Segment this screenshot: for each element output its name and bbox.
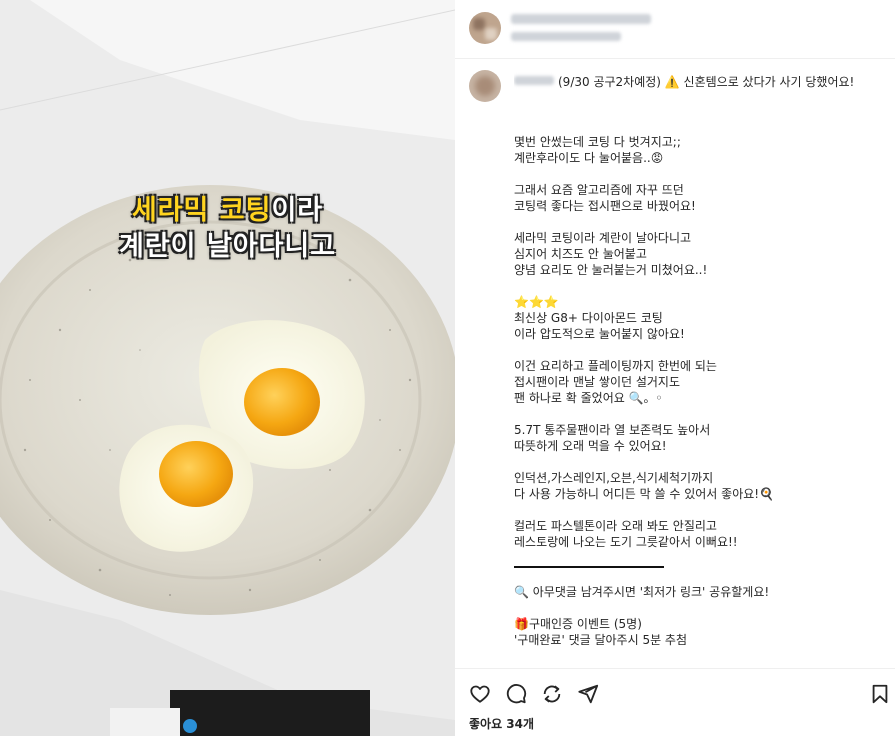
caption-paragraph: 인덕션,가스레인지,오븐,식기세척기까지 다 사용 가능하니 어디든 막 쓸 수… <box>514 471 775 501</box>
caption-paragraph: 5.7T 통주물팬이라 열 보존력도 높아서 따뜻하게 오래 먹을 수 있어요! <box>514 423 711 453</box>
post-actions-bar: 좋아요 34개 <box>455 668 895 737</box>
caption-first-line-text: (9/30 공구2차예정) ⚠️ 신혼템으로 샀다가 사기 당했어요! <box>558 75 855 89</box>
overlay-highlight-1: 세라믹 <box>131 195 210 226</box>
author-avatar[interactable] <box>469 12 501 44</box>
send-icon[interactable] <box>577 683 599 705</box>
caption-body: 몇번 안썼는데 코팅 다 벗겨지고;; 계란후라이도 다 눌어붙음..😡 그래서… <box>514 134 874 664</box>
caption-paragraph: 그래서 요즘 알고리즘에 자꾸 뜨던 코팅력 좋다는 접시팬으로 바꿨어요! <box>514 183 696 213</box>
post-media[interactable]: 세라믹 코팅이라 계란이 날아다니고 <box>0 0 455 736</box>
author-name-redacted[interactable] <box>511 14 651 24</box>
heart-icon[interactable] <box>469 683 491 705</box>
fried-eggs-photo <box>0 0 455 736</box>
post-detail-panel: (9/30 공구2차예정) ⚠️ 신혼템으로 샀다가 사기 당했어요! 몇번 안… <box>455 0 895 736</box>
caption-divider <box>514 566 664 568</box>
caption-paragraph: 컬러도 파스텔톤이라 오래 봐도 안질리고 레스토랑에 나오는 도기 그릇같아서… <box>514 519 738 549</box>
commenter-avatar[interactable] <box>469 70 501 102</box>
bookmark-icon[interactable] <box>869 683 891 705</box>
likes-count[interactable]: 좋아요 34개 <box>469 715 534 732</box>
post-header <box>455 0 895 59</box>
overlay-highlight-2: 코팅 <box>219 195 272 226</box>
comment-icon[interactable] <box>505 683 527 705</box>
overlay-text-line1: 세라믹 코팅이라 <box>0 188 455 227</box>
caption-paragraph: ⭐⭐⭐ 최신상 G8+ 다이아몬드 코팅 이라 압도적으로 눌어붙지 않아요! <box>514 295 685 341</box>
caption-paragraph: 몇번 안썼는데 코팅 다 벗겨지고;; 계란후라이도 다 눌어붙음..😡 <box>514 135 681 165</box>
author-subtitle-redacted <box>511 32 621 41</box>
caption-paragraph: 🔍 아무댓글 남겨주시면 '최저가 링크' 공유할게요! <box>514 585 770 599</box>
caption-paragraph: 🎁구매인증 이벤트 (5명) '구매완료' 댓글 달아주시 5분 추첨 <box>514 617 688 647</box>
share-icon[interactable] <box>541 683 563 705</box>
post-caption: (9/30 공구2차예정) ⚠️ 신혼템으로 샀다가 사기 당했어요! 몇번 안… <box>514 70 874 668</box>
overlay-text-line2: 계란이 날아다니고 <box>118 231 337 262</box>
overlay-rest: 이라 <box>271 195 324 226</box>
caption-first-line: (9/30 공구2차예정) ⚠️ 신혼템으로 샀다가 사기 당했어요! <box>514 74 874 90</box>
caption-paragraph: 세라믹 코팅이라 계란이 날아다니고 심지어 치즈도 안 눌어붙고 양념 요리도… <box>514 231 708 277</box>
caption-paragraph: 이건 요리하고 플레이팅까지 한번에 되는 접시팬이라 맨날 쌓이던 설거지도 … <box>514 359 717 405</box>
